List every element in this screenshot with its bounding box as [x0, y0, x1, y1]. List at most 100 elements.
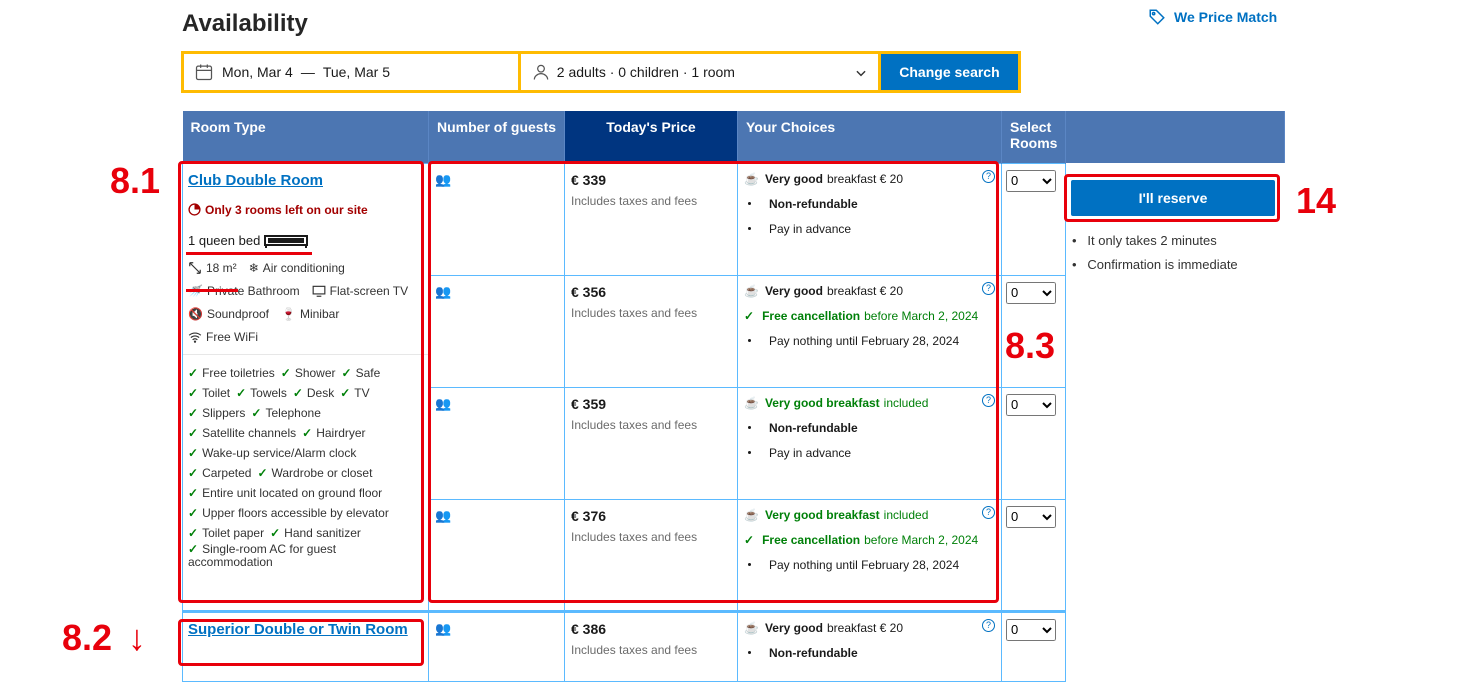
reserve-notes: • It only takes 2 minutes • Confirmation… — [1072, 229, 1238, 277]
amenity-item: ✓ Desk — [293, 386, 334, 400]
guests-cell: 👥 — [428, 386, 565, 500]
amenity-item: ✓ Satellite channels — [188, 426, 296, 440]
breakfast-option: ☕ Very good breakfast included — [744, 508, 995, 522]
amenity-label: TV — [354, 385, 370, 400]
room-size-icon — [189, 261, 201, 274]
amenity-row: ✓ Free toiletries ✓ Shower ✓ Safe — [188, 363, 423, 383]
amenity-row: ✓ Toilet ✓ Towels ✓ Desk ✓ TV — [188, 383, 423, 403]
amenity-row: ✓ Toilet paper ✓ Hand sanitizer — [188, 523, 423, 543]
amenity-label: Entire unit located on ground floor — [202, 485, 383, 500]
taxes-note: Includes taxes and fees — [571, 642, 698, 657]
two-guests-icon: 👥 — [435, 395, 452, 411]
amenities-list: ✓ Free toiletries ✓ Shower ✓ Safe ✓ Toilet ✓ Towe… — [183, 353, 428, 569]
page-title: Availability — [182, 10, 308, 37]
header-select-rooms: Select Rooms — [1001, 111, 1067, 163]
help-icon[interactable]: ? — [982, 169, 995, 183]
guests-selector[interactable]: 2 adults · 0 children · 1 room — [520, 54, 878, 90]
choices-cell: ? ☕ Very good breakfast € 20 Non-refundable P… — [737, 162, 1002, 276]
wifi-icon — [188, 331, 202, 343]
facility-label: Air conditioning — [262, 260, 345, 275]
header-today-price: Today's Price — [564, 111, 738, 163]
room-size-label: 18 m² — [206, 260, 237, 275]
calendar-icon — [195, 64, 213, 81]
amenity-row: ✓ Carpeted ✓ Wardrobe or closet — [188, 463, 423, 483]
reserve-note: • Confirmation is immediate — [1072, 257, 1238, 272]
header-guests: Number of guests — [428, 111, 565, 163]
room-quantity-select[interactable]: 0 — [1006, 618, 1056, 641]
price: € 386 — [571, 620, 607, 637]
breakfast-rating: Very good — [764, 620, 823, 635]
room-name-link[interactable]: Club Double Room — [188, 172, 423, 189]
room-name-link[interactable]: Superior Double or Twin Room — [188, 621, 423, 638]
room-size: 18 m² — [188, 261, 237, 275]
checkmark-icon: ✓ — [341, 365, 352, 380]
cancellation-policy: Non-refundable — [744, 421, 995, 435]
reserve-button[interactable]: I'll reserve — [1071, 180, 1275, 216]
checkmark-icon: ✓ — [302, 425, 313, 440]
amenity-label: Towels — [250, 385, 287, 400]
payment-label: Pay nothing until February 28, 2024 — [769, 557, 960, 572]
price-cell: € 376 Includes taxes and fees — [564, 498, 738, 612]
select-cell: 0 — [1000, 610, 1067, 682]
check-in-date: Mon, Mar 4 — [222, 64, 293, 80]
room-quantity-select[interactable]: 0 — [1006, 393, 1056, 416]
amenity-label: Shower — [294, 365, 336, 380]
cancellation-policy: ✓ Free cancellation before March 2, 2024 — [744, 309, 995, 323]
amenity-item: ✓ Slippers — [188, 406, 245, 420]
price-match-link[interactable]: We Price Match — [1148, 8, 1277, 26]
breakfast-rating: Very good breakfast — [764, 395, 880, 410]
checkmark-icon: ✓ — [188, 541, 199, 556]
bullet-icon — [748, 339, 751, 342]
bullet-icon — [748, 202, 751, 205]
two-guests-icon: 👥 — [435, 507, 452, 523]
header-reserve — [1065, 111, 1286, 163]
help-icon[interactable]: ? — [982, 393, 995, 407]
select-cell: 0 — [1000, 498, 1067, 612]
checkmark-icon: ✓ — [188, 505, 199, 520]
coffee-cup-icon: ☕ — [744, 507, 759, 522]
help-icon[interactable]: ? — [982, 281, 995, 295]
amenity-item: ✓ Shower — [281, 366, 336, 380]
amenity-item: ✓ TV — [340, 386, 369, 400]
annotation-label-8-2: 8.2 — [62, 617, 113, 658]
annotation-label-8-1: 8.1 — [110, 160, 161, 201]
choices-cell: ? ☕ Very good breakfast included Non-refunda… — [737, 386, 1002, 500]
payment-label: Pay in advance — [769, 221, 852, 236]
room-quantity-select[interactable]: 0 — [1006, 505, 1056, 528]
amenity-label: Telephone — [265, 405, 321, 420]
amenity-row: ✓ Wake-up service/Alarm clock — [188, 443, 423, 463]
price: € 339 — [571, 171, 607, 188]
payment-policy: Pay in advance — [744, 222, 995, 236]
date-picker[interactable]: Mon, Mar 4 — Tue, Mar 5 — [184, 54, 518, 90]
taxes-note: Includes taxes and fees — [571, 529, 698, 544]
cancellation-label: Non-refundable — [769, 196, 858, 211]
facility-tv: Flat-screen TV — [312, 284, 408, 298]
breakfast-option: ☕ Very good breakfast € 20 — [744, 621, 995, 635]
scarcity-badge: Only 3 rooms left on our site — [188, 203, 423, 217]
amenity-row: ✓ Single-room AC for guest accommodation — [188, 541, 423, 569]
help-icon[interactable]: ? — [982, 505, 995, 519]
room-quantity-select[interactable]: 0 — [1006, 169, 1056, 192]
amenity-item: ✓ Toilet paper — [188, 526, 264, 540]
checkmark-icon: ✓ — [744, 308, 755, 323]
amenity-item: ✓ Upper floors accessible by elevator — [188, 506, 389, 520]
room-quantity-select[interactable]: 0 — [1006, 281, 1056, 304]
cancellation-policy: Non-refundable — [744, 197, 995, 211]
select-cell: 0 — [1000, 386, 1067, 500]
price-cell: € 359 Includes taxes and fees — [564, 386, 738, 500]
checkmark-icon: ✓ — [270, 525, 281, 540]
help-icon[interactable]: ? — [982, 618, 995, 632]
price: € 359 — [571, 395, 607, 412]
annotation-underline-size — [186, 289, 238, 292]
change-search-button[interactable]: Change search — [880, 54, 1018, 90]
amenity-item: ✓ Wardrobe or closet — [257, 466, 372, 480]
price-match-label: We Price Match — [1174, 9, 1278, 25]
bullet-icon — [748, 451, 751, 454]
coffee-cup-icon: ☕ — [744, 283, 759, 298]
choices-cell: ? ☕ Very good breakfast € 20 Non-refundable — [737, 610, 1002, 682]
checkmark-icon: ✓ — [188, 365, 199, 380]
bullet-icon — [748, 227, 751, 230]
tv-icon — [312, 285, 326, 297]
bullet-icon — [748, 426, 751, 429]
amenity-row: ✓ Upper floors accessible by elevator — [188, 503, 423, 523]
